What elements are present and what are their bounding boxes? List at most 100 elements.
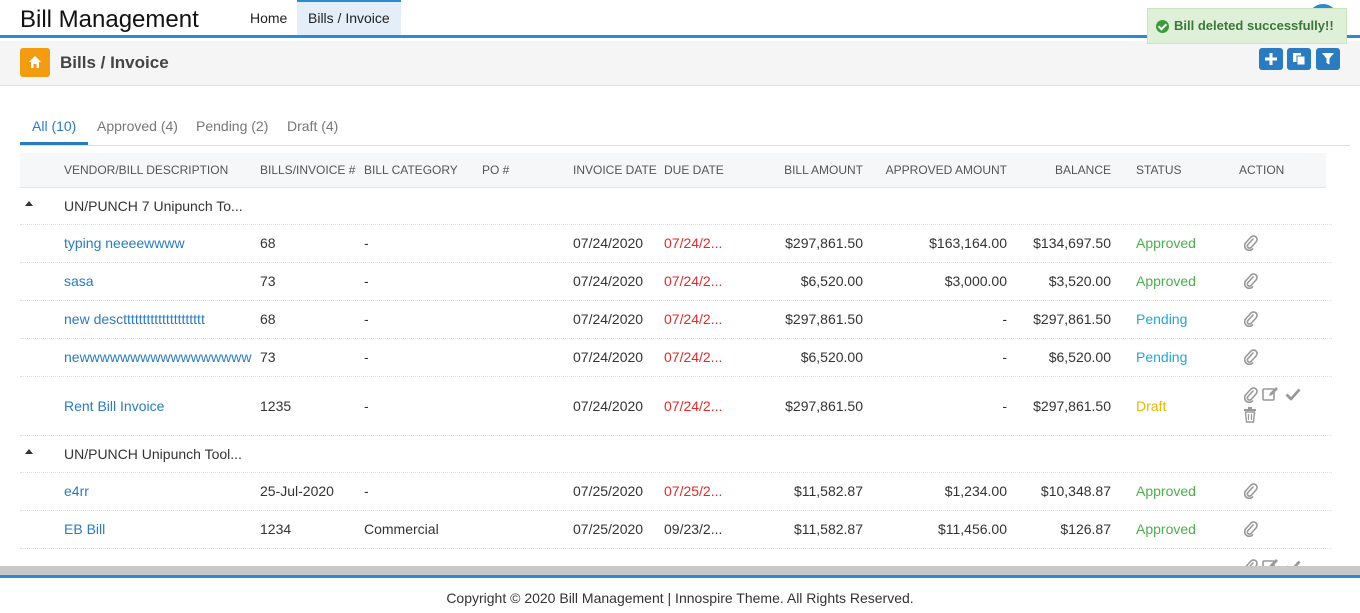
- bill-no: 73: [260, 273, 276, 289]
- table-row: Rent Bill Invoice 1235 - 07/24/2020 07/2…: [20, 377, 1332, 436]
- caret-up-icon[interactable]: [25, 449, 33, 454]
- bill-category: -: [364, 398, 369, 414]
- invoice-date: 07/24/2020: [573, 311, 644, 327]
- check-icon[interactable]: [1285, 387, 1301, 401]
- bill-category: -: [364, 273, 369, 289]
- col-bill-amount[interactable]: BILL AMOUNT: [763, 153, 863, 187]
- table-row: typing neeeewwww 68 - 07/24/2020 07/24/2…: [20, 225, 1332, 263]
- invoice-date: 07/24/2020: [573, 273, 644, 289]
- status-badge: Pending: [1136, 349, 1188, 365]
- bill-desc-link[interactable]: newwwwwwwwwwwwwwwww: [64, 349, 251, 365]
- check-circle-icon: [1156, 20, 1169, 33]
- balance: $126.87: [1060, 521, 1111, 537]
- paperclip-icon[interactable]: [1244, 559, 1258, 566]
- col-invoice-date[interactable]: INVOICE DATE: [573, 153, 657, 187]
- paperclip-icon[interactable]: [1244, 235, 1258, 251]
- horizontal-scrollbar[interactable]: [0, 566, 1360, 575]
- home-icon: [29, 56, 41, 68]
- home-button[interactable]: [20, 48, 50, 77]
- bill-amount: $6,520.00: [800, 273, 863, 289]
- tab-draft[interactable]: Draft (4): [287, 110, 338, 145]
- status-badge: Draft: [1136, 398, 1167, 414]
- bill-desc-link[interactable]: new descttttttttttttttttttttt: [64, 311, 205, 327]
- bill-no: 68: [260, 311, 276, 327]
- bill-category: -: [364, 349, 369, 365]
- app-brand[interactable]: Bill Management: [20, 6, 199, 34]
- edit-icon[interactable]: [1262, 558, 1279, 566]
- group-row[interactable]: UN/PUNCH 7 Unipunch To...: [20, 188, 1332, 225]
- balance: $10,348.87: [1040, 483, 1111, 499]
- invoice-date: 07/25/2020: [573, 521, 644, 537]
- nav-home[interactable]: Home: [239, 0, 298, 35]
- filter-icon: [1322, 53, 1334, 65]
- balance: $134,697.50: [1033, 235, 1111, 251]
- approved-amount: $3,000.00: [944, 273, 1007, 289]
- invoice-date: 07/24/2020: [573, 398, 644, 414]
- toast-message: Bill deleted successfully!!: [1174, 18, 1334, 33]
- paperclip-icon[interactable]: [1244, 349, 1258, 365]
- balance: $3,520.00: [1048, 273, 1111, 289]
- paperclip-icon[interactable]: [1244, 521, 1258, 537]
- balance: $297,861.50: [1033, 398, 1111, 414]
- tab-all[interactable]: All (10): [20, 110, 89, 145]
- add-bill-button[interactable]: [1259, 48, 1283, 70]
- bill-no: 1235: [260, 398, 292, 414]
- col-approved-amount[interactable]: APPROVED AMOUNT: [867, 153, 1007, 187]
- col-category[interactable]: BILL CATEGORY: [364, 153, 458, 187]
- nav-bills-invoice[interactable]: Bills / Invoice: [297, 0, 401, 35]
- invoice-date: 07/24/2020: [573, 349, 644, 365]
- paperclip-icon[interactable]: [1244, 483, 1258, 499]
- paperclip-icon[interactable]: [1244, 311, 1258, 327]
- bill-category: Commercial: [364, 521, 439, 537]
- col-due-date[interactable]: DUE DATE: [664, 153, 724, 187]
- check-icon[interactable]: [1285, 559, 1301, 566]
- due-date: 07/24/2...: [664, 235, 723, 251]
- due-date: 09/23/2...: [664, 521, 723, 537]
- filter-button[interactable]: [1316, 48, 1340, 70]
- bill-category: -: [364, 311, 369, 327]
- table-row: sasa 73 - 07/24/2020 07/24/2... $6,520.0…: [20, 263, 1332, 301]
- bill-desc-link[interactable]: typing neeeewwww: [64, 235, 185, 251]
- paperclip-icon[interactable]: [1244, 387, 1258, 403]
- col-vendor[interactable]: VENDOR/BILL DESCRIPTION: [64, 153, 228, 187]
- bill-desc-link[interactable]: EB Bill: [64, 521, 105, 537]
- bill-no: 73: [260, 349, 276, 365]
- col-status[interactable]: STATUS: [1136, 153, 1182, 187]
- table-row: newwwwwwwwwwwwwwwww 73 - 07/24/2020 07/2…: [20, 339, 1332, 377]
- approved-amount: -: [1002, 311, 1007, 327]
- due-date: 07/24/2...: [664, 349, 723, 365]
- group-row[interactable]: UN/PUNCH Unipunch Tool...: [20, 436, 1332, 473]
- bill-amount: $297,861.50: [785, 398, 863, 414]
- caret-up-icon[interactable]: [25, 201, 33, 206]
- col-action: ACTION: [1239, 163, 1285, 177]
- trash-icon[interactable]: [1243, 407, 1257, 423]
- tab-approved[interactable]: Approved (4): [97, 110, 178, 145]
- copy-button[interactable]: [1287, 48, 1311, 70]
- paperclip-icon[interactable]: [1244, 273, 1258, 289]
- invoice-date: 07/25/2020: [573, 483, 644, 499]
- page-title: Bills / Invoice: [60, 53, 169, 72]
- col-bill-no[interactable]: BILLS/INVOICE #: [260, 153, 355, 187]
- table-row-partial: [20, 549, 1332, 566]
- bill-amount: $11,582.87: [793, 483, 863, 499]
- due-date: 07/24/2...: [664, 311, 723, 327]
- col-balance[interactable]: BALANCE: [1010, 153, 1111, 187]
- balance: $6,520.00: [1048, 349, 1111, 365]
- group-vendor: UN/PUNCH Unipunch Tool...: [64, 446, 242, 462]
- approved-amount: -: [1002, 398, 1007, 414]
- col-po[interactable]: PO #: [482, 153, 509, 187]
- bill-desc-link[interactable]: e4rr: [64, 483, 89, 499]
- edit-icon[interactable]: [1262, 386, 1279, 402]
- invoice-date: 07/24/2020: [573, 235, 644, 251]
- bill-desc-link[interactable]: sasa: [64, 273, 94, 289]
- footer-copyright: Copyright © 2020 Bill Management | Innos…: [446, 590, 914, 606]
- success-toast[interactable]: Bill deleted successfully!!: [1147, 8, 1347, 44]
- tab-pending[interactable]: Pending (2): [196, 110, 268, 145]
- table-row: EB Bill 1234 Commercial 07/25/2020 09/23…: [20, 511, 1332, 549]
- bill-desc-link[interactable]: Rent Bill Invoice: [64, 398, 164, 414]
- approved-amount: -: [1002, 349, 1007, 365]
- bill-no: 68: [260, 235, 276, 251]
- table-header: VENDOR/BILL DESCRIPTION BILLS/INVOICE # …: [20, 153, 1326, 188]
- status-badge: Approved: [1136, 483, 1196, 499]
- status-badge: Approved: [1136, 235, 1196, 251]
